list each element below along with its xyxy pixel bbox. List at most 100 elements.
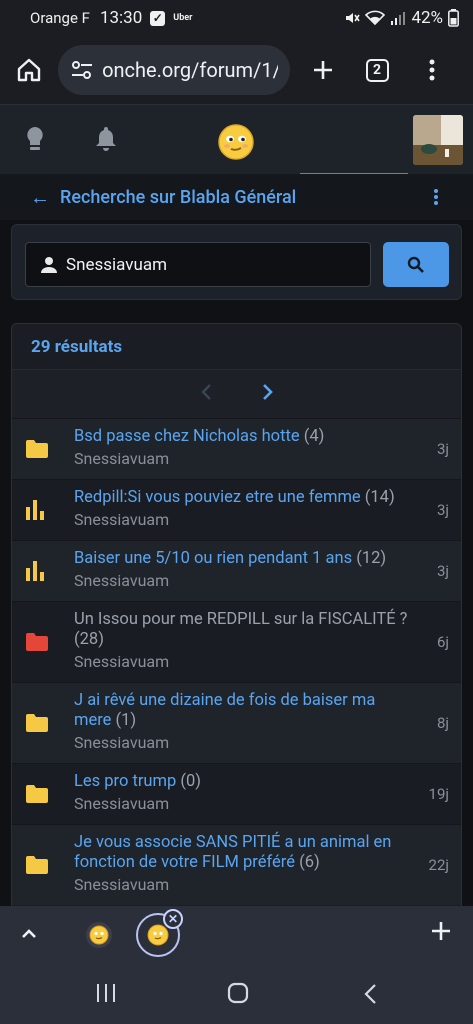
search-field-wrapper	[25, 242, 371, 287]
site-header	[0, 104, 473, 175]
search-title[interactable]: Recherche sur Blabla Général	[60, 187, 296, 208]
avatar-photo	[413, 115, 463, 165]
plus-icon	[432, 922, 450, 940]
smiley-favicon-icon	[86, 922, 112, 948]
topic-row[interactable]: Baiser une 5/10 ou rien pendant 1 ans (1…	[12, 540, 461, 601]
topic-age: 22j	[428, 856, 449, 874]
system-back-button[interactable]	[362, 983, 378, 1009]
topic-author[interactable]: Snessiavuam	[74, 510, 411, 530]
close-tab-button[interactable]: ✕	[163, 909, 183, 929]
system-home-button[interactable]	[227, 982, 249, 1008]
prev-page-button[interactable]	[200, 383, 212, 405]
recent-apps-icon	[97, 984, 115, 1002]
search-icon	[407, 256, 424, 273]
lightbulb-icon	[27, 127, 43, 150]
topic-reply-count: (12)	[356, 549, 387, 568]
topic-age: 8j	[436, 714, 449, 732]
topic-author[interactable]: Snessiavuam	[74, 652, 411, 672]
notification-check-icon: ✓	[150, 10, 166, 26]
topic-reply-count: (14)	[364, 488, 395, 507]
topic-age: 3j	[436, 562, 449, 580]
more-vert-icon	[429, 59, 435, 81]
notifications-button[interactable]	[93, 125, 119, 157]
topic-row[interactable]: Je vous associe SANS PITIÉ a un animal e…	[12, 824, 461, 905]
folder-icon	[24, 691, 74, 755]
home-icon	[17, 58, 41, 82]
status-bar: Orange F 13:30 ✓ Uber 42%	[0, 0, 473, 36]
browser-toolbar: onche.org/forum/1/b 2	[0, 36, 473, 104]
topic-title[interactable]: Je vous associe SANS PITIÉ a un animal e…	[74, 833, 391, 872]
chevron-left-icon	[200, 384, 211, 400]
topic-title[interactable]: Un Issou pour me REDPILL sur la FISCALIT…	[74, 610, 407, 629]
home-button[interactable]	[0, 36, 58, 104]
folder-icon	[24, 772, 74, 816]
more-vert-icon	[434, 189, 438, 205]
browser-tab-strip: ✕	[0, 906, 473, 964]
topic-author[interactable]: Snessiavuam	[74, 875, 411, 895]
smiley-logo-icon	[218, 124, 254, 160]
signal-icon	[391, 12, 406, 25]
home-circle-icon	[227, 982, 249, 1004]
address-bar[interactable]: onche.org/forum/1/b	[58, 45, 290, 95]
topic-reply-count: (1)	[115, 711, 137, 730]
topic-age: 19j	[428, 785, 449, 803]
chevron-right-icon	[262, 384, 273, 400]
battery-percent: 42%	[411, 8, 443, 28]
topic-list: Bsd passe chez Nicholas hotte (4) Snessi…	[12, 418, 461, 905]
topic-title[interactable]: Baiser une 5/10 ou rien pendant 1 ans	[74, 549, 352, 568]
back-arrow-icon[interactable]: ←	[30, 185, 50, 210]
lightbulb-button[interactable]	[22, 125, 48, 157]
topic-row[interactable]: Les pro trump (0) Snessiavuam 19j	[12, 763, 461, 824]
topic-row[interactable]: Un Issou pour me REDPILL sur la FISCALIT…	[12, 601, 461, 682]
site-settings-icon[interactable]	[70, 60, 94, 80]
mute-icon	[346, 13, 361, 23]
carrier-label: Orange F	[30, 9, 90, 27]
poll-icon	[24, 488, 74, 532]
topic-author[interactable]: Snessiavuam	[74, 449, 411, 469]
search-header: ← Recherche sur Blabla Général	[0, 174, 473, 220]
topic-reply-count: (0)	[180, 772, 202, 791]
folder-red-icon	[24, 610, 74, 674]
topic-author[interactable]: Snessiavuam	[74, 733, 411, 753]
topic-age: 6j	[436, 633, 449, 651]
topic-row[interactable]: Bsd passe chez Nicholas hotte (4) Snessi…	[12, 418, 461, 479]
topic-author[interactable]: Snessiavuam	[74, 571, 411, 591]
url-text: onche.org/forum/1/b	[102, 58, 278, 82]
topic-reply-count: (28)	[74, 630, 104, 649]
browser-menu-button[interactable]	[402, 36, 462, 104]
battery-icon	[448, 9, 459, 27]
system-nav-bar	[0, 964, 473, 1024]
results-count: 29 résultats	[12, 324, 461, 370]
next-page-button[interactable]	[262, 383, 274, 405]
wifi-icon	[365, 10, 386, 26]
search-button[interactable]	[383, 242, 449, 287]
onche-logo[interactable]	[217, 123, 255, 165]
topic-title[interactable]: Redpill:Si vous pouviez etre une femme	[74, 488, 361, 507]
tab-thumbnail[interactable]	[84, 920, 114, 950]
search-input[interactable]	[66, 254, 336, 275]
topic-reply-count: (6)	[299, 853, 320, 872]
topic-title[interactable]: Bsd passe chez Nicholas hotte	[74, 427, 300, 446]
topic-author[interactable]: Snessiavuam	[74, 794, 411, 814]
add-tab-button[interactable]	[430, 920, 452, 946]
new-tab-button[interactable]	[294, 36, 352, 104]
expand-tabs-button[interactable]	[18, 923, 40, 949]
topic-row[interactable]: J ai rêvé une dizaine de fois de baiser …	[12, 682, 461, 763]
page-content: ← Recherche sur Blabla Général 29 résult…	[0, 174, 473, 913]
user-avatar[interactable]	[413, 115, 463, 165]
results-panel: 29 résultats Bsd passe chez Nicholas hot…	[11, 323, 462, 913]
search-menu-button[interactable]	[433, 188, 439, 210]
uber-notification-label: Uber	[173, 13, 193, 23]
plus-icon	[314, 61, 332, 79]
pagination	[12, 370, 461, 418]
folder-icon	[24, 427, 74, 471]
topic-reply-count: (4)	[303, 427, 325, 446]
tab-count: 2	[365, 58, 389, 82]
topic-age: 3j	[436, 501, 449, 519]
chevron-up-icon	[22, 929, 36, 938]
topic-row[interactable]: Redpill:Si vous pouviez etre une femme (…	[12, 479, 461, 540]
topic-title[interactable]: Les pro trump	[74, 772, 176, 791]
recent-apps-button[interactable]	[95, 983, 117, 1007]
folder-icon	[24, 833, 74, 897]
tab-switcher-button[interactable]: 2	[352, 36, 402, 104]
